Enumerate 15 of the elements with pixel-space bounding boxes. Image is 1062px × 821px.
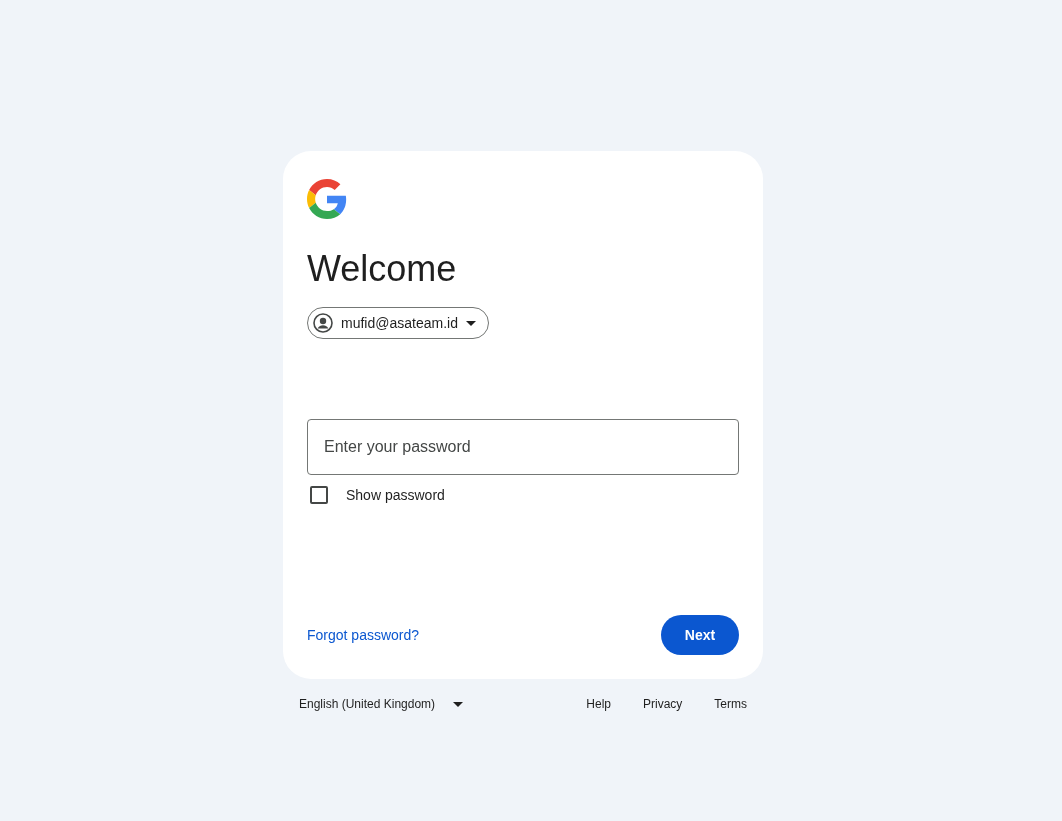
welcome-heading: Welcome: [307, 247, 458, 291]
account-icon: [313, 313, 333, 333]
show-password-checkbox[interactable]: [310, 486, 328, 504]
language-selector[interactable]: English (United Kingdom): [299, 697, 464, 711]
footer-link[interactable]: Terms: [714, 697, 747, 711]
forgot-password-link[interactable]: Forgot password?: [307, 627, 420, 643]
footer-link[interactable]: Help: [586, 697, 611, 711]
password-field[interactable]: Enter your password: [307, 419, 739, 475]
footer-link[interactable]: Privacy: [643, 697, 683, 711]
caret-icon: [465, 320, 476, 326]
show-password-label: Show password: [346, 487, 445, 503]
account-chip[interactable]: mufid@asateam.id: [307, 307, 489, 339]
next-button[interactable]: Next: [661, 615, 739, 655]
logo-icon: [307, 179, 347, 219]
caret-icon: [453, 701, 464, 707]
